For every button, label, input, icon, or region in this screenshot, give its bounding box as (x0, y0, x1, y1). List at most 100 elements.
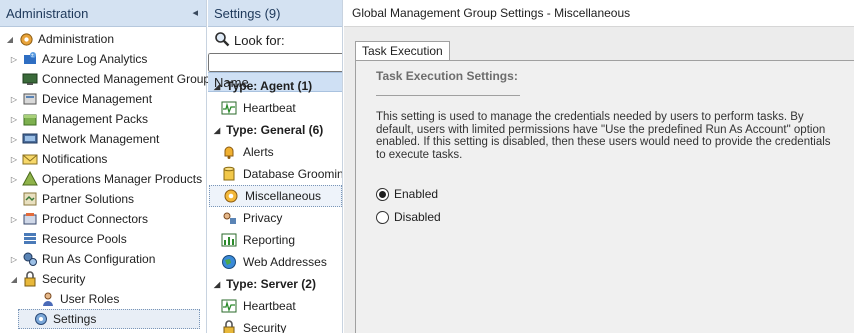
tree-node-azure-log-analytics[interactable]: ▷ ± Azure Log Analytics (8, 49, 147, 69)
tree-node-label: Run As Configuration (42, 252, 156, 266)
tree-node-label: Administration (38, 32, 115, 46)
settings-list-header: Settings (9) (208, 0, 342, 27)
list-item-label: Heartbeat (243, 299, 296, 313)
tree-node-operations-manager-products[interactable]: ▷ Operations Manager Products (8, 169, 202, 189)
tree-node-label: User Roles (60, 292, 120, 306)
gear-icon (18, 31, 34, 47)
list-item-reporting[interactable]: Reporting (208, 229, 342, 251)
tree-node-device-management[interactable]: ▷ Device Management (8, 89, 152, 109)
radio-enabled[interactable]: Enabled (376, 186, 438, 202)
group-header[interactable]: ◢ Type: General (6) (208, 120, 323, 140)
list-item-label: Web Addresses (243, 255, 327, 269)
reporting-icon (221, 232, 237, 248)
list-item-alerts[interactable]: Alerts (208, 141, 342, 163)
section-divider (376, 95, 520, 96)
network-icon (22, 131, 38, 147)
pool-icon (22, 231, 38, 247)
tree-node-label: Security (42, 272, 86, 286)
list-item-heartbeat[interactable]: Heartbeat (208, 97, 342, 119)
navigation-pane: Administration ◂ ◢ Administration ▷ ± Azur… (0, 0, 216, 333)
tree-node-label: Resource Pools (42, 232, 127, 246)
expand-arrow-icon[interactable]: ▷ (8, 255, 20, 264)
radio-button-icon[interactable] (376, 210, 389, 224)
tab-task-execution[interactable]: Task Execution (355, 41, 450, 61)
expanded-arrow-icon[interactable]: ◢ (4, 35, 16, 44)
list-item-label: Security (243, 321, 287, 333)
list-item-security[interactable]: Security (208, 317, 342, 333)
radio-button-icon[interactable] (376, 187, 389, 201)
user-icon (40, 291, 56, 307)
radio-disabled[interactable]: Disabled (376, 209, 441, 225)
radio-label: Disabled (394, 210, 441, 224)
globe-icon (221, 254, 237, 270)
expand-arrow-icon[interactable]: ▷ (8, 55, 20, 64)
svg-text:±: ± (31, 53, 34, 59)
expand-arrow-icon[interactable]: ▷ (8, 155, 20, 164)
expand-arrow-icon[interactable]: ▷ (8, 95, 20, 104)
security-icon (221, 320, 237, 333)
expanded-arrow-icon[interactable]: ◢ (8, 275, 20, 284)
tree-node-label: Partner Solutions (42, 192, 135, 206)
list-item-heartbeat[interactable]: Heartbeat (208, 295, 342, 317)
setting-description: This setting is used to manage the crede… (376, 111, 831, 161)
list-item-privacy[interactable]: Privacy (208, 207, 342, 229)
list-item-label: Alerts (243, 145, 274, 159)
collapse-arrow-icon[interactable]: ◢ (214, 126, 220, 135)
look-for-label: Look for: (234, 32, 285, 48)
tree-node-label: Network Management (42, 132, 160, 146)
list-item-label: Database Grooming (243, 167, 343, 181)
tab-panel: Task Execution Settings: This setting is… (355, 60, 854, 333)
heartbeat-icon (221, 100, 237, 116)
tree-node-partner-solutions[interactable]: Partner Solutions (8, 189, 134, 209)
list-item-database-grooming[interactable]: Database Grooming (208, 163, 343, 185)
tree-node-security[interactable]: ◢ Security (8, 269, 85, 289)
database-icon (221, 166, 237, 182)
product-icon (22, 171, 38, 187)
radio-label: Enabled (394, 187, 439, 201)
settings-icon (33, 311, 49, 327)
collapse-arrow-icon[interactable]: ◢ (214, 280, 220, 289)
tree-node-resource-pools[interactable]: Resource Pools (8, 229, 127, 249)
section-title: Task Execution Settings: (376, 69, 518, 83)
list-item-label: Miscellaneous (245, 189, 322, 203)
tree-node-notifications[interactable]: ▷ Notifications (8, 149, 107, 169)
navigation-header: Administration ◂ (0, 0, 206, 27)
envelope-icon (22, 151, 38, 167)
tree-node-administration[interactable]: ◢ Administration (4, 29, 114, 49)
tree-node-connected-management-groups[interactable]: Connected Management Groups (8, 69, 216, 89)
lock-icon (22, 271, 38, 287)
expand-arrow-icon[interactable]: ▷ (8, 215, 20, 224)
tab-strip: Task Execution (355, 41, 450, 61)
expand-arrow-icon[interactable]: ▷ (8, 135, 20, 144)
tree-node-label: Operations Manager Products (42, 172, 203, 186)
privacy-icon (221, 210, 237, 226)
collapse-arrow-icon[interactable]: ◢ (214, 82, 220, 91)
package-icon (22, 111, 38, 127)
group-header[interactable]: ◢ Type: Server (2) (208, 274, 316, 294)
tree-node-user-roles[interactable]: User Roles (26, 289, 119, 309)
look-for-input[interactable] (208, 53, 342, 72)
heartbeat-icon (221, 298, 237, 314)
tree-node-management-packs[interactable]: ▷ Management Packs (8, 109, 148, 129)
settings-list-pane: Settings (9) Look for: Name ◢ Type: Agent… (208, 0, 343, 333)
list-item-miscellaneous[interactable]: Miscellaneous (209, 185, 342, 207)
list-item-web-addresses[interactable]: Web Addresses (208, 251, 342, 273)
tree-node-label: Notifications (42, 152, 108, 166)
detail-title: Global Management Group Settings - Misce… (344, 0, 854, 27)
device-icon (22, 91, 38, 107)
tree-node-settings[interactable]: Settings (18, 309, 200, 329)
partner-icon (22, 191, 38, 207)
gears-icon (22, 251, 38, 267)
list-item-label: Privacy (243, 211, 283, 225)
tree-node-product-connectors[interactable]: ▷ Product Connectors (8, 209, 148, 229)
list-item-label: Heartbeat (243, 101, 296, 115)
navigation-title: Administration (6, 5, 89, 21)
expand-arrow-icon[interactable]: ▷ (8, 175, 20, 184)
tree-node-run-as-configuration[interactable]: ▷ Run As Configuration (8, 249, 155, 269)
expand-arrow-icon[interactable]: ▷ (8, 115, 20, 124)
collapse-pane-icon[interactable]: ◂ (192, 6, 198, 19)
bell-icon (221, 144, 237, 160)
tree-node-network-management[interactable]: ▷ Network Management (8, 129, 159, 149)
group-header[interactable]: ◢ Type: Agent (1) (208, 76, 312, 96)
tree-node-label: Settings (53, 312, 97, 326)
